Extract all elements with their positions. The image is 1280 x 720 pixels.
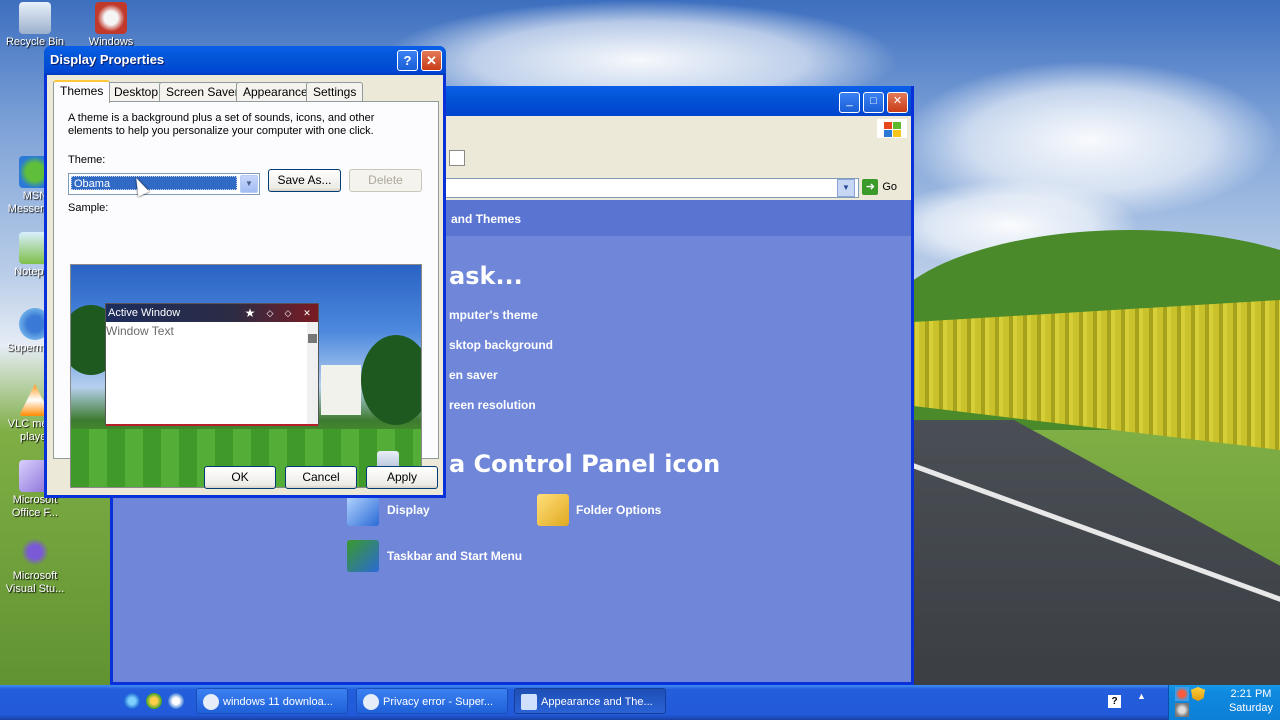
chevron-down-icon[interactable]: ▼: [837, 179, 855, 197]
sample-window-title: Active Window: [108, 307, 181, 319]
desktop-icon-recycle-bin[interactable]: Recycle Bin: [0, 2, 70, 49]
task-link-background[interactable]: sktop background: [449, 338, 553, 352]
help-button[interactable]: ?: [397, 50, 418, 71]
control-panel-icon: [521, 694, 537, 710]
tab-themes[interactable]: Themes: [53, 80, 111, 103]
sample-active-window: Active Window ★ ◇ ◇ ✕ Window Text: [105, 303, 319, 426]
close-button[interactable]: ✕: [887, 92, 908, 113]
chevron-up-icon[interactable]: ▲: [1137, 691, 1146, 701]
clock-day: Saturday: [1228, 702, 1273, 714]
minimize-button[interactable]: _: [839, 92, 860, 113]
chevron-down-icon[interactable]: ▼: [240, 175, 258, 193]
taskbar-link[interactable]: Taskbar and Start Menu: [387, 549, 522, 563]
security-shield-icon[interactable]: [1191, 687, 1205, 701]
browser-icon: [203, 694, 219, 710]
help-icon[interactable]: ?: [1108, 695, 1121, 708]
close-icon: ✕: [303, 308, 311, 318]
taskbar-item-privacy-error[interactable]: Privacy error - Super...: [356, 688, 508, 714]
task-link-theme[interactable]: mputer's theme: [449, 308, 538, 322]
theme-description: A theme is a background plus a set of so…: [68, 112, 375, 137]
desktop-icon-windows[interactable]: Windows: [76, 2, 146, 49]
tab-appearance[interactable]: Appearance: [236, 82, 315, 101]
desktop-icon-visual-studio[interactable]: Microsoft Visual Stu...: [0, 536, 70, 596]
browser-icon[interactable]: [168, 693, 184, 709]
dialog-title: Display Properties: [50, 52, 165, 67]
pick-icon-heading: a Control Panel icon: [449, 450, 721, 478]
folder-options-icon[interactable]: [537, 494, 569, 526]
movie-maker-icon: [95, 2, 127, 34]
ie-icon[interactable]: [124, 693, 140, 709]
display-icon[interactable]: [347, 494, 379, 526]
arrow-right-icon: ➜: [862, 179, 879, 196]
dialog-titlebar[interactable]: Display Properties ? ✕: [44, 46, 446, 75]
network-icon[interactable]: [1175, 687, 1189, 701]
sample-window-text: Window Text: [106, 324, 174, 338]
tab-settings[interactable]: Settings: [306, 82, 364, 101]
theme-select-value: Obama: [71, 176, 237, 190]
display-link[interactable]: Display: [387, 503, 430, 517]
apply-button[interactable]: Apply: [366, 466, 438, 489]
sample-label: Sample:: [68, 202, 109, 214]
clock-time: 2:21 PM: [1230, 688, 1272, 700]
address-input[interactable]: [443, 178, 859, 198]
system-tray: 2:21 PM Saturday: [1168, 685, 1280, 720]
category-header: and Themes: [451, 212, 522, 226]
ok-button[interactable]: OK: [204, 466, 276, 489]
delete-button[interactable]: Delete: [349, 169, 422, 192]
cancel-button[interactable]: Cancel: [285, 466, 357, 489]
scrollbar: [307, 322, 318, 424]
task-link-screen-saver[interactable]: en saver: [449, 368, 498, 382]
views-icon[interactable]: [449, 150, 465, 166]
theme-sample-preview: Active Window ★ ◇ ◇ ✕ Window Text: [70, 264, 422, 488]
minimize-icon: ◇: [266, 308, 274, 318]
messenger-icon[interactable]: [146, 693, 162, 709]
browser-icon: [363, 694, 379, 710]
recycle-bin-icon: [19, 2, 51, 34]
display-properties-dialog[interactable]: Display Properties ? ✕ Themes Desktop Sc…: [44, 46, 446, 498]
task-link-resolution[interactable]: reen resolution: [449, 398, 536, 412]
save-as-button[interactable]: Save As...: [268, 169, 341, 192]
theme-label: Theme:: [68, 154, 106, 166]
taskbar-item-windows-11[interactable]: windows 11 downloa...: [196, 688, 348, 714]
tab-desktop[interactable]: Desktop: [107, 82, 166, 101]
tab-screen-saver[interactable]: Screen Saver: [159, 82, 246, 101]
themes-panel: A theme is a background plus a set of so…: [53, 101, 439, 488]
taskbar: windows 11 downloa... Privacy error - Su…: [0, 685, 1280, 720]
close-button[interactable]: ✕: [421, 50, 442, 71]
windows-logo-icon: [877, 119, 907, 139]
volume-icon[interactable]: [1175, 703, 1189, 717]
visual-studio-icon: [19, 536, 51, 568]
taskbar-icon[interactable]: [347, 540, 379, 572]
folder-options-link[interactable]: Folder Options: [576, 503, 661, 517]
maximize-button[interactable]: □: [863, 92, 884, 113]
pick-task-heading: ask...: [449, 262, 523, 290]
go-button[interactable]: ➜ Go: [862, 178, 897, 196]
star-icon: ★: [244, 306, 256, 320]
maximize-icon: ◇: [284, 308, 292, 318]
taskbar-item-appearance-themes[interactable]: Appearance and The...: [514, 688, 666, 714]
clock[interactable]: 2:21 PM Saturday: [1229, 687, 1273, 715]
theme-select[interactable]: Obama ▼: [68, 173, 260, 195]
